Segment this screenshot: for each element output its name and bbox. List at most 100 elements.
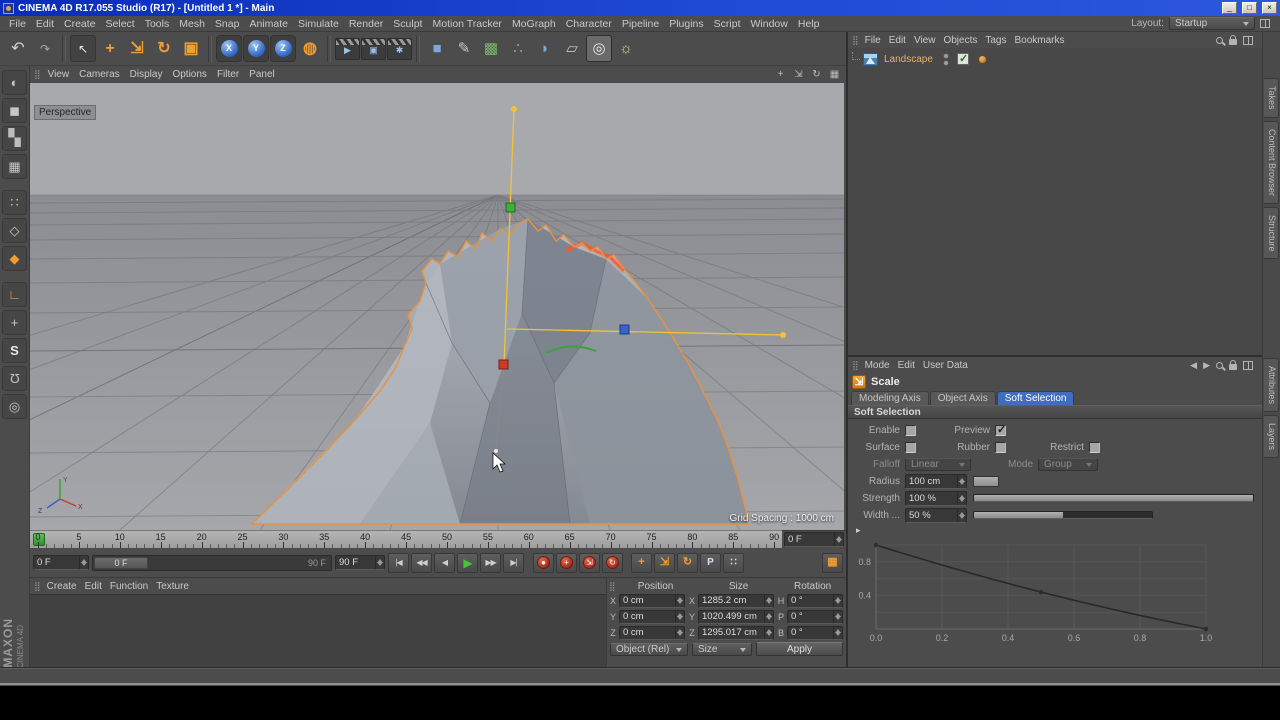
texture-mode-button[interactable]: ▚	[2, 126, 27, 151]
menu-item-mesh[interactable]: Mesh	[174, 18, 210, 30]
close-button[interactable]: ×	[1262, 2, 1277, 14]
width-field[interactable]: 50 %	[905, 508, 967, 523]
falloff-dropdown[interactable]: Linear	[905, 458, 971, 471]
visibility-render-dot[interactable]	[943, 60, 949, 66]
add-cube-button[interactable]: ■	[424, 35, 450, 62]
prev-frame-button[interactable]: ◀	[434, 553, 455, 573]
menu-item-plugins[interactable]: Plugins	[664, 18, 708, 30]
menu-item-pipeline[interactable]: Pipeline	[617, 18, 664, 30]
menu-item-file[interactable]: File	[4, 18, 31, 30]
floor-button[interactable]: ▱	[559, 35, 585, 62]
stepper-icon[interactable]	[675, 611, 684, 623]
rotation-b-field[interactable]: 0 °	[787, 626, 843, 640]
rotation-p-field[interactable]: 0 °	[787, 610, 843, 624]
radius-field[interactable]: 100 cm	[905, 474, 967, 489]
menu-item-motion-tracker[interactable]: Motion Tracker	[427, 18, 506, 30]
size-x-field[interactable]: 1285.2 cm	[698, 594, 774, 608]
strength-slider[interactable]	[973, 494, 1254, 502]
history-forward-icon[interactable]: ▶	[1203, 360, 1210, 371]
menu-item-snap[interactable]: Snap	[210, 18, 245, 30]
am-menu-edit[interactable]: Edit	[894, 360, 919, 371]
lock-x-button[interactable]: X	[216, 35, 242, 62]
light-button[interactable]: ☼	[613, 35, 639, 62]
make-editable-button[interactable]: ◐	[2, 70, 27, 95]
stepper-icon[interactable]	[833, 627, 842, 639]
stepper-icon[interactable]	[834, 533, 843, 546]
axis-y-handle[interactable]	[506, 203, 515, 212]
rotate-tool-button[interactable]: ↻	[151, 35, 177, 62]
keying-pla-button[interactable]: P	[700, 553, 721, 573]
deformers-button[interactable]: ◗	[532, 35, 558, 62]
side-tab-structure[interactable]: Structure	[1264, 207, 1279, 260]
curve-point[interactable]	[1039, 590, 1043, 594]
coord-system-button[interactable]: ◍	[297, 35, 323, 62]
range-end-field[interactable]: 90 F	[335, 555, 385, 570]
key-interpolation-button[interactable]: ▦	[822, 553, 843, 573]
preview-checkbox[interactable]	[995, 425, 1006, 436]
menu-item-select[interactable]: Select	[101, 18, 140, 30]
om-menu-file[interactable]: File	[861, 35, 885, 46]
material-menu-texture[interactable]: Texture	[152, 581, 193, 592]
zoom-view-button[interactable]: ⇲	[791, 68, 806, 82]
panes-icon[interactable]	[1260, 19, 1270, 28]
stepper-icon[interactable]	[833, 611, 842, 623]
om-menu-objects[interactable]: Objects	[939, 35, 981, 46]
render-picture-viewer-button[interactable]: ▣	[361, 38, 386, 60]
keying-rotation-button[interactable]: ↻	[677, 553, 698, 573]
tab-modeling-axis[interactable]: Modeling Axis	[851, 391, 929, 405]
panes-icon[interactable]	[1243, 361, 1253, 370]
stepper-icon[interactable]	[79, 556, 88, 569]
tab-object-axis[interactable]: Object Axis	[930, 391, 996, 405]
om-menu-view[interactable]: View	[910, 35, 940, 46]
layout-dropdown[interactable]: Startup	[1169, 17, 1255, 30]
move-tool-button[interactable]: +	[97, 35, 123, 62]
drag-handle-icon[interactable]: ⣿	[852, 361, 859, 370]
orbit-view-button[interactable]: ↻	[809, 68, 824, 82]
camera-label[interactable]: Perspective	[34, 105, 96, 120]
menu-item-tools[interactable]: Tools	[140, 18, 175, 30]
live-selection-button[interactable]: ↖	[70, 35, 96, 62]
undo-button[interactable]: ↶	[5, 35, 31, 62]
position-y-field[interactable]: 0 cm	[619, 610, 685, 624]
width-slider[interactable]	[973, 511, 1153, 519]
toggle-views-button[interactable]: ▦	[827, 68, 842, 82]
minimize-button[interactable]: _	[1222, 2, 1237, 14]
menu-item-sculpt[interactable]: Sculpt	[388, 18, 427, 30]
apply-button[interactable]: Apply	[756, 642, 843, 656]
drag-handle-icon[interactable]: ⣿	[34, 70, 41, 79]
play-button[interactable]: ▶	[457, 553, 478, 573]
coord-mode-dropdown[interactable]: Object (Rel)	[610, 643, 688, 656]
menu-item-simulate[interactable]: Simulate	[293, 18, 344, 30]
side-tab-takes[interactable]: Takes	[1264, 78, 1279, 118]
viewport-menu-cameras[interactable]: Cameras	[74, 69, 125, 80]
keying-scale-button[interactable]: ⇲	[654, 553, 675, 573]
material-list-area[interactable]	[30, 594, 606, 668]
om-menu-bookmarks[interactable]: Bookmarks	[1010, 35, 1068, 46]
snap-button[interactable]: S	[2, 338, 27, 363]
record-rotation-button[interactable]: ↻	[602, 553, 623, 573]
am-menu-mode[interactable]: Mode	[861, 360, 894, 371]
axis-y-tip[interactable]	[511, 106, 517, 112]
axis-origin-handle[interactable]	[499, 360, 508, 369]
curve-expander-icon[interactable]: ▸	[854, 525, 861, 535]
strength-field[interactable]: 100 %	[905, 491, 967, 506]
drag-handle-icon[interactable]: ⣿	[852, 36, 859, 45]
menu-item-edit[interactable]: Edit	[31, 18, 59, 30]
phong-tag-icon[interactable]	[978, 55, 987, 64]
pan-view-button[interactable]: +	[773, 68, 788, 82]
search-icon[interactable]	[1216, 362, 1223, 369]
render-settings-button[interactable]: ✱	[387, 38, 412, 60]
viewport-menu-filter[interactable]: Filter	[212, 69, 244, 80]
polygons-mode-button[interactable]: ◆	[2, 246, 27, 271]
menu-item-mograph[interactable]: MoGraph	[507, 18, 561, 30]
stepper-icon[interactable]	[957, 475, 966, 488]
current-frame-field[interactable]: 0 F	[784, 532, 844, 547]
falloff-curve-editor[interactable]: 0.00.20.40.60.81.00.80.4	[848, 535, 1262, 654]
stepper-icon[interactable]	[833, 595, 842, 607]
menu-item-render[interactable]: Render	[344, 18, 388, 30]
menu-item-window[interactable]: Window	[746, 18, 793, 30]
prev-key-button[interactable]: ◀◀	[411, 553, 432, 573]
stepper-icon[interactable]	[375, 556, 384, 569]
stepper-icon[interactable]	[957, 509, 966, 522]
generators-button[interactable]: ∴	[505, 35, 531, 62]
